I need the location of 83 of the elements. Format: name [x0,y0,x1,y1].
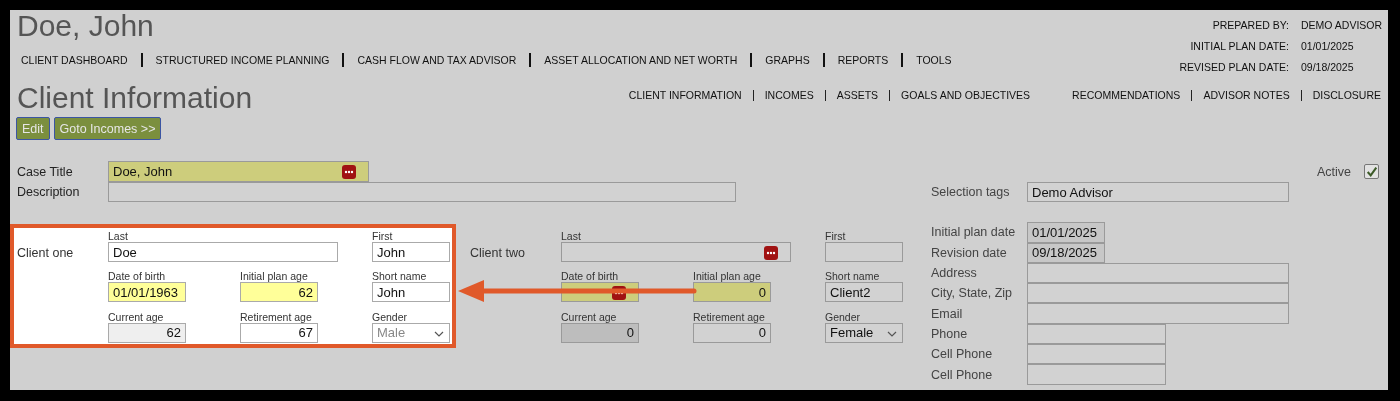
nav-link[interactable]: REPORTS [837,54,889,66]
field-label: Gender [825,311,862,323]
subnav-link[interactable]: GOALS AND OBJECTIVES [901,89,1031,101]
input-field[interactable] [1027,262,1289,284]
active-label: Active [1316,164,1351,179]
field-label: Initial plan age [693,271,762,283]
field-label: Phone [931,326,969,341]
input-field[interactable]: Client2 [825,282,903,303]
page-title: Client Information [17,82,253,114]
subnav-link[interactable]: ASSETS [836,89,879,101]
field-label: Date of birth [108,271,167,283]
field-label: Short name [372,271,428,283]
date-field[interactable]: 01/01/2025 [1027,222,1105,243]
field-label: Selection tags [931,185,1011,200]
nav-link[interactable]: CLIENT DASHBOARD [21,54,128,66]
caret-icon [434,330,444,337]
field-label: Retirement age [240,311,313,323]
info-value: 09/18/2025 [1301,61,1355,73]
field-label: Last [108,231,129,242]
field-label: Email [931,306,964,321]
field-label: Case Title [17,164,74,179]
client-label: Client two [470,245,526,262]
subnav-link[interactable]: DISCLOSURE [1312,89,1381,101]
field-label: First [372,231,394,242]
info-label: REVISED PLAN DATE: [1179,61,1289,73]
input-field[interactable]: John [372,242,450,262]
nav-link[interactable]: ASSET ALLOCATION AND NET WORTH [544,54,738,66]
input-field[interactable]: Doe [108,242,338,262]
input-field[interactable]: John [372,282,450,303]
field-label: Initial plan age [240,271,309,283]
active-checkbox[interactable] [1364,164,1379,179]
input-field[interactable] [1027,364,1166,385]
field-label: Description [17,185,81,199]
info-value: DEMO ADVISOR [1301,19,1380,31]
field-label: Cell Phone [931,367,994,382]
nav-link[interactable]: CASH FLOW AND TAX ADVISOR [357,54,517,66]
input-field[interactable]: 0 [561,322,639,343]
field-label: Gender [372,311,409,323]
gender-select[interactable]: Male [372,322,450,343]
input-field[interactable] [1027,283,1289,304]
gender-select[interactable]: Female [825,322,903,343]
field-label: Current age [561,311,618,323]
field-label: City, State, Zip [931,286,1014,301]
info-value: 01/01/2025 [1301,40,1355,52]
subnav-link[interactable]: CLIENT INFORMATION [628,89,742,101]
date-field[interactable]: 09/18/2025 [1027,242,1105,263]
input-field[interactable]: 0 [693,282,771,303]
client-name-title: Doe, John [17,10,155,42]
input-field[interactable]: 01/01/1963 [108,282,186,303]
input-field[interactable]: 67 [240,322,318,343]
input-field[interactable]: 0 [693,322,771,343]
description-field[interactable] [108,182,736,202]
field-label: First [825,231,847,242]
field-label: Current age [108,311,165,323]
field-label: Last [561,231,582,242]
nav-link[interactable]: TOOLS [916,54,952,66]
field-label: Short name [825,271,881,283]
info-label: INITIAL PLAN DATE: [1189,40,1289,52]
input-field[interactable] [1027,303,1289,324]
field-label: Address [931,266,978,281]
subnav-link[interactable]: RECOMMENDATIONS [1072,89,1181,101]
case-title-field[interactable]: Doe, John [108,161,369,182]
client-label: Client one [17,245,75,262]
caret-icon [887,330,897,337]
field-label: Revision date [931,245,1008,260]
input-field[interactable] [825,242,903,262]
input-field[interactable]: 62 [240,282,318,303]
field-label: Cell Phone [931,347,994,362]
input-field[interactable] [561,242,791,262]
info-label: PREPARED BY: [1211,19,1289,31]
field-label: Initial plan date [931,225,1017,240]
ellipsis-icon[interactable] [764,246,778,260]
field-label: Retirement age [693,311,766,323]
subnav-link[interactable]: INCOMES [764,89,814,101]
input-field[interactable]: 62 [108,322,186,343]
nav-link[interactable]: STRUCTURED INCOME PLANNING [155,54,330,66]
input-field[interactable] [1027,344,1166,365]
nav-link[interactable]: GRAPHS [765,54,810,66]
input-field[interactable] [1027,323,1166,345]
field-label: Date of birth [561,271,620,283]
selection-tags-field[interactable]: Demo Advisor [1027,182,1289,203]
subnav-link[interactable]: ADVISOR NOTES [1203,89,1290,101]
ellipsis-icon[interactable] [342,165,356,179]
